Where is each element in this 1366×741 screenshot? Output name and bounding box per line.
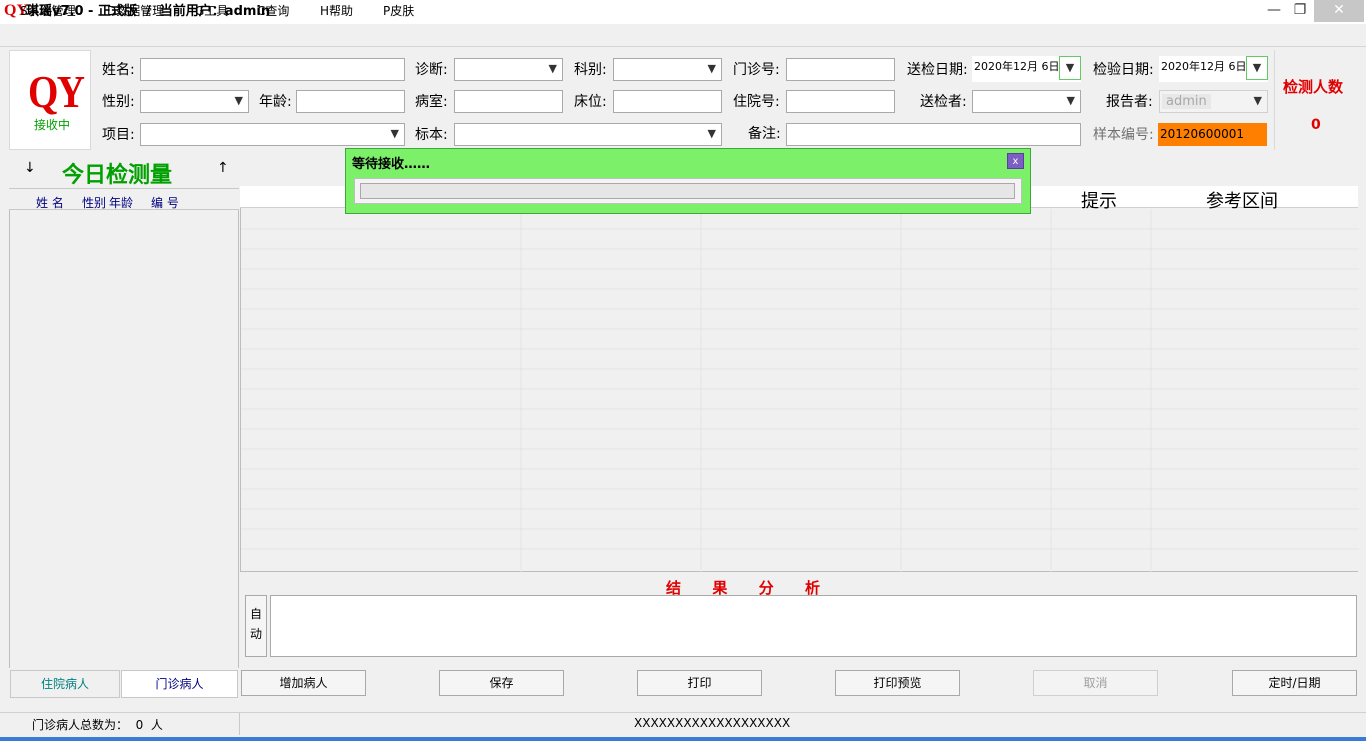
- name-input[interactable]: [140, 58, 405, 81]
- menu-query[interactable]: C查询: [257, 3, 289, 19]
- item-select[interactable]: ▼: [140, 123, 405, 146]
- col-age: 年龄: [109, 196, 134, 210]
- menu-tools[interactable]: G工具: [195, 3, 228, 19]
- chevron-down-icon: ▼: [707, 127, 716, 140]
- age-label: 年龄:: [259, 94, 292, 110]
- send-date-picker[interactable]: 2020年12月 6日 ▼: [972, 56, 1081, 82]
- gender-select[interactable]: ▼: [140, 90, 249, 113]
- reporter-value: admin: [1162, 94, 1211, 109]
- gender-label: 性别:: [102, 94, 135, 110]
- menu-data[interactable]: D数据管理: [107, 3, 164, 19]
- tab-outpatient[interactable]: 门诊病人: [121, 670, 238, 698]
- col-name: 姓 名: [36, 196, 64, 210]
- menu-skin[interactable]: P皮肤: [383, 3, 414, 19]
- bed-label: 床位:: [574, 94, 607, 110]
- sort-down-icon[interactable]: ↓: [24, 160, 36, 176]
- remark-input[interactable]: [786, 123, 1081, 146]
- reporter-select[interactable]: admin ▼: [1159, 90, 1268, 113]
- auto-button-label: 自动: [250, 607, 263, 641]
- specimen-select[interactable]: ▼: [454, 123, 722, 146]
- count-title: 检测人数: [1283, 78, 1344, 96]
- cancel-button[interactable]: 取消: [1033, 670, 1158, 696]
- timer-date-button[interactable]: 定时/日期: [1232, 670, 1357, 696]
- chevron-down-icon: ▼: [1253, 94, 1262, 107]
- outpatient-no-input[interactable]: [786, 58, 895, 81]
- chevron-down-icon: ▼: [234, 94, 243, 107]
- print-button[interactable]: 打印: [637, 670, 762, 696]
- analysis-textarea[interactable]: [270, 595, 1357, 657]
- today-count-title: 今日检测量: [62, 163, 173, 188]
- count-value: 0: [1311, 117, 1321, 133]
- inpatient-no-input[interactable]: [786, 90, 895, 113]
- reporter-label: 报告者:: [1106, 94, 1153, 110]
- menu-system[interactable]: S系统管理: [20, 3, 76, 19]
- patient-list[interactable]: [9, 210, 239, 668]
- test-date-picker[interactable]: 2020年12月 6日 ▼: [1159, 56, 1268, 82]
- save-button[interactable]: 保存: [439, 670, 564, 696]
- patient-list-header: 姓 名 性别 年龄 编 号: [9, 188, 239, 210]
- remark-label: 备注:: [748, 126, 781, 142]
- item-label: 项目:: [102, 127, 135, 143]
- taskbar-edge: [0, 737, 1366, 741]
- col-gender: 性别: [82, 196, 107, 210]
- calendar-dropdown-icon[interactable]: ▼: [1059, 56, 1081, 80]
- ward-input[interactable]: [454, 90, 563, 113]
- counter-panel: [1274, 50, 1358, 150]
- test-date-value: 2020年12月 6日: [1161, 60, 1247, 73]
- dialog-title: 等待接收……: [352, 157, 431, 172]
- ward-label: 病室:: [415, 94, 448, 110]
- chevron-down-icon: ▼: [1066, 94, 1075, 107]
- name-label: 姓名:: [102, 62, 135, 78]
- menu-bar: [0, 25, 1366, 47]
- sender-select[interactable]: ▼: [972, 90, 1081, 113]
- sample-no-label: 样本编号:: [1093, 127, 1154, 143]
- sample-no-value: 20120600001: [1160, 127, 1244, 141]
- specimen-label: 标本:: [415, 127, 448, 143]
- col-hint: 提示: [1081, 191, 1117, 212]
- auto-button[interactable]: 自动: [245, 595, 267, 657]
- sample-no-field[interactable]: 20120600001: [1158, 123, 1267, 146]
- send-date-label: 送检日期:: [907, 62, 968, 78]
- chevron-down-icon: ▼: [548, 62, 557, 75]
- close-icon[interactable]: x: [1007, 153, 1024, 169]
- status-divider: [239, 713, 240, 735]
- col-reference-range: 参考区间: [1206, 191, 1278, 212]
- send-date-value: 2020年12月 6日: [974, 60, 1060, 73]
- menu-help[interactable]: H帮助: [320, 3, 353, 19]
- outpatient-total: 门诊病人总数为： 0 人: [32, 718, 163, 732]
- status-center-text: XXXXXXXXXXXXXXXXXXX: [634, 716, 791, 730]
- grid-lines: [241, 209, 1359, 573]
- outpatient-no-label: 门诊号:: [733, 62, 780, 78]
- logo-panel: QY 接收中: [9, 50, 91, 150]
- add-patient-button[interactable]: 增加病人: [241, 670, 366, 696]
- col-number: 编 号: [151, 196, 179, 210]
- receive-status: 接收中: [34, 118, 71, 132]
- print-preview-button[interactable]: 打印预览: [835, 670, 960, 696]
- sender-label: 送检者:: [920, 94, 967, 110]
- results-grid[interactable]: [240, 186, 1359, 573]
- test-date-label: 检验日期:: [1093, 62, 1154, 78]
- diagnosis-select[interactable]: ▼: [454, 58, 563, 81]
- brand-logo: QY: [28, 66, 85, 117]
- chevron-down-icon: ▼: [390, 127, 399, 140]
- calendar-dropdown-icon[interactable]: ▼: [1246, 56, 1268, 80]
- close-icon[interactable]: ✕: [1314, 0, 1364, 22]
- tab-inpatient[interactable]: 住院病人: [10, 670, 120, 698]
- diagnosis-label: 诊断:: [415, 62, 448, 78]
- receive-progress-bar: [360, 183, 1015, 199]
- chevron-down-icon: ▼: [707, 62, 716, 75]
- department-select[interactable]: ▼: [613, 58, 722, 81]
- sort-up-icon[interactable]: ↑: [217, 160, 229, 176]
- bed-input[interactable]: [613, 90, 722, 113]
- department-label: 科别:: [574, 62, 607, 78]
- age-input[interactable]: [296, 90, 405, 113]
- inpatient-no-label: 住院号:: [733, 94, 780, 110]
